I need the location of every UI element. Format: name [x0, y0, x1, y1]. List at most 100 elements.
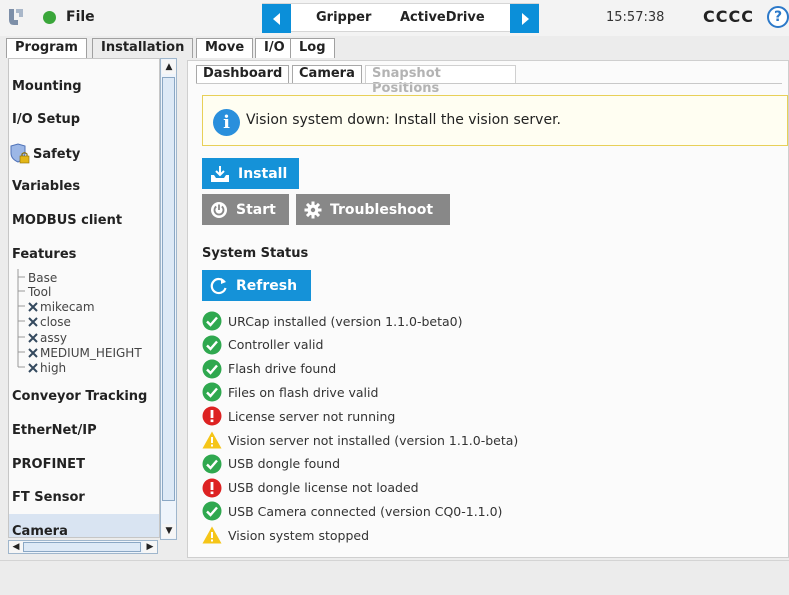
- feature-base[interactable]: Base: [28, 271, 57, 285]
- troubleshoot-button[interactable]: Troubleshoot: [296, 194, 450, 225]
- feature-label: close: [40, 315, 71, 329]
- gear-icon: [304, 201, 322, 218]
- horizontal-scrollbar-thumb[interactable]: [23, 542, 141, 552]
- feature-x-icon: [28, 363, 38, 373]
- chevron-left-icon: [272, 12, 280, 25]
- status-text: USB dongle license not loaded: [228, 480, 419, 496]
- vision-status-banner: i Vision system down: Install the vision…: [202, 95, 788, 146]
- feature-label: assy: [40, 331, 67, 345]
- troubleshoot-button-label: Troubleshoot: [330, 201, 434, 218]
- sidebar-item-ethernet-ip[interactable]: EtherNet/IP: [12, 423, 97, 438]
- sidebar-item-io-setup[interactable]: I/O Setup: [12, 112, 80, 127]
- sidebar-item-profinet[interactable]: PROFINET: [12, 457, 85, 472]
- status-text: Vision system stopped: [228, 527, 369, 543]
- sidebar-item-conveyor-tracking[interactable]: Conveyor Tracking: [12, 389, 147, 404]
- status-row: USB dongle found: [202, 453, 340, 475]
- feature-x-icon: [28, 302, 38, 312]
- top-bar: File Gripper ActiveDrive 15:57:38 CCCC ?: [0, 0, 789, 36]
- file-menu[interactable]: File: [66, 9, 95, 25]
- install-button-label: Install: [238, 165, 288, 182]
- install-button[interactable]: Install: [202, 158, 299, 189]
- status-row: Controller valid: [202, 334, 323, 356]
- tab-camera[interactable]: Camera: [292, 65, 362, 83]
- camera-dashboard-panel: Dashboard Camera Snapshot Positions i Vi…: [187, 60, 789, 558]
- next-program-button[interactable]: [510, 4, 539, 33]
- scroll-up-arrow-icon[interactable]: ▲: [162, 60, 176, 74]
- status-row: Files on flash drive valid: [202, 381, 378, 403]
- scroll-down-arrow-icon[interactable]: ▼: [162, 524, 176, 538]
- status-text: Controller valid: [228, 337, 324, 353]
- install-icon: [211, 165, 229, 182]
- status-text: URCap installed (version 1.1.0-beta0): [228, 313, 463, 329]
- tab-installation[interactable]: Installation: [92, 38, 194, 58]
- warning-triangle-icon: [202, 526, 222, 544]
- status-row: URCap installed (version 1.1.0-beta0): [202, 310, 463, 332]
- check-circle-icon: [202, 311, 222, 331]
- tab-snapshot-positions: Snapshot Positions: [365, 65, 516, 96]
- previous-program-button[interactable]: [262, 4, 291, 33]
- sidebar-item-variables[interactable]: Variables: [12, 179, 80, 194]
- sidebar-horizontal-scrollbar[interactable]: ◀ ▶: [8, 540, 158, 554]
- chevron-right-icon: [521, 12, 529, 25]
- scrollbar-thumb[interactable]: [162, 77, 175, 501]
- feature-x-icon: [28, 317, 38, 327]
- tree-lines: [17, 269, 25, 368]
- banner-message: Vision system down: Install the vision s…: [246, 112, 561, 128]
- scroll-right-arrow-icon[interactable]: ▶: [143, 541, 157, 553]
- system-status-heading: System Status: [202, 246, 309, 261]
- shield-lock-icon: [10, 143, 30, 164]
- scroll-left-arrow-icon[interactable]: ◀: [9, 541, 23, 553]
- installation-sidebar: Mounting I/O Setup Safety Variables MODB…: [8, 58, 160, 538]
- sidebar-item-ft-sensor[interactable]: FT Sensor: [12, 490, 85, 505]
- tab-io[interactable]: I/O: [255, 38, 294, 58]
- sidebar-item-mounting[interactable]: Mounting: [12, 79, 82, 94]
- refresh-button-label: Refresh: [236, 277, 298, 294]
- feature-assy[interactable]: assy: [28, 331, 67, 345]
- feature-high[interactable]: high: [28, 361, 66, 375]
- feature-label: mikecam: [40, 300, 95, 314]
- sidebar-vertical-scrollbar[interactable]: ▲ ▼: [160, 58, 177, 540]
- check-circle-icon: [202, 501, 222, 521]
- error-circle-icon: [202, 478, 222, 498]
- program-selector: Gripper ActiveDrive: [262, 3, 539, 33]
- program-name: Gripper: [316, 10, 372, 25]
- check-circle-icon: [202, 335, 222, 355]
- status-row: Vision server not installed (version 1.1…: [202, 429, 518, 451]
- feature-x-icon: [28, 333, 38, 343]
- tab-dashboard[interactable]: Dashboard: [196, 65, 290, 83]
- check-circle-icon: [202, 359, 222, 379]
- refresh-icon: [210, 277, 227, 294]
- sidebar-item-features[interactable]: Features: [12, 247, 76, 262]
- status-text: Flash drive found: [228, 361, 337, 377]
- status-row: Vision system stopped: [202, 524, 369, 546]
- status-text: USB Camera connected (version CQ0-1.1.0): [228, 503, 503, 519]
- clock: 15:57:38: [606, 10, 665, 25]
- feature-label: high: [40, 361, 67, 375]
- feature-medium-height[interactable]: MEDIUM_HEIGHT: [28, 346, 142, 360]
- sidebar-item-safety[interactable]: Safety: [9, 143, 80, 165]
- sidebar-item-camera[interactable]: Camera: [12, 524, 68, 537]
- feature-tool[interactable]: Tool: [28, 285, 51, 299]
- tab-move[interactable]: Move: [196, 38, 254, 58]
- error-circle-icon: [202, 406, 222, 426]
- check-circle-icon: [202, 454, 222, 474]
- status-row: USB dongle license not loaded: [202, 477, 419, 499]
- sidebar-item-modbus[interactable]: MODBUS client: [12, 213, 122, 228]
- warning-triangle-icon: [202, 431, 222, 449]
- help-icon[interactable]: ?: [767, 6, 789, 28]
- feature-label: MEDIUM_HEIGHT: [40, 346, 142, 360]
- start-button-label: Start: [236, 201, 276, 218]
- start-button[interactable]: Start: [202, 194, 289, 225]
- tab-log[interactable]: Log: [290, 38, 335, 58]
- status-row: Flash drive found: [202, 358, 336, 380]
- status-text: Vision server not installed (version 1.1…: [228, 432, 519, 448]
- check-circle-icon: [202, 382, 222, 402]
- status-dot-icon: [43, 11, 56, 24]
- refresh-button[interactable]: Refresh: [202, 270, 311, 301]
- tab-program[interactable]: Program: [6, 38, 87, 58]
- status-text: License server not running: [228, 408, 396, 424]
- feature-mikecam[interactable]: mikecam: [28, 300, 95, 314]
- status-text: USB dongle found: [228, 456, 341, 472]
- feature-x-icon: [28, 348, 38, 358]
- feature-close[interactable]: close: [28, 315, 71, 329]
